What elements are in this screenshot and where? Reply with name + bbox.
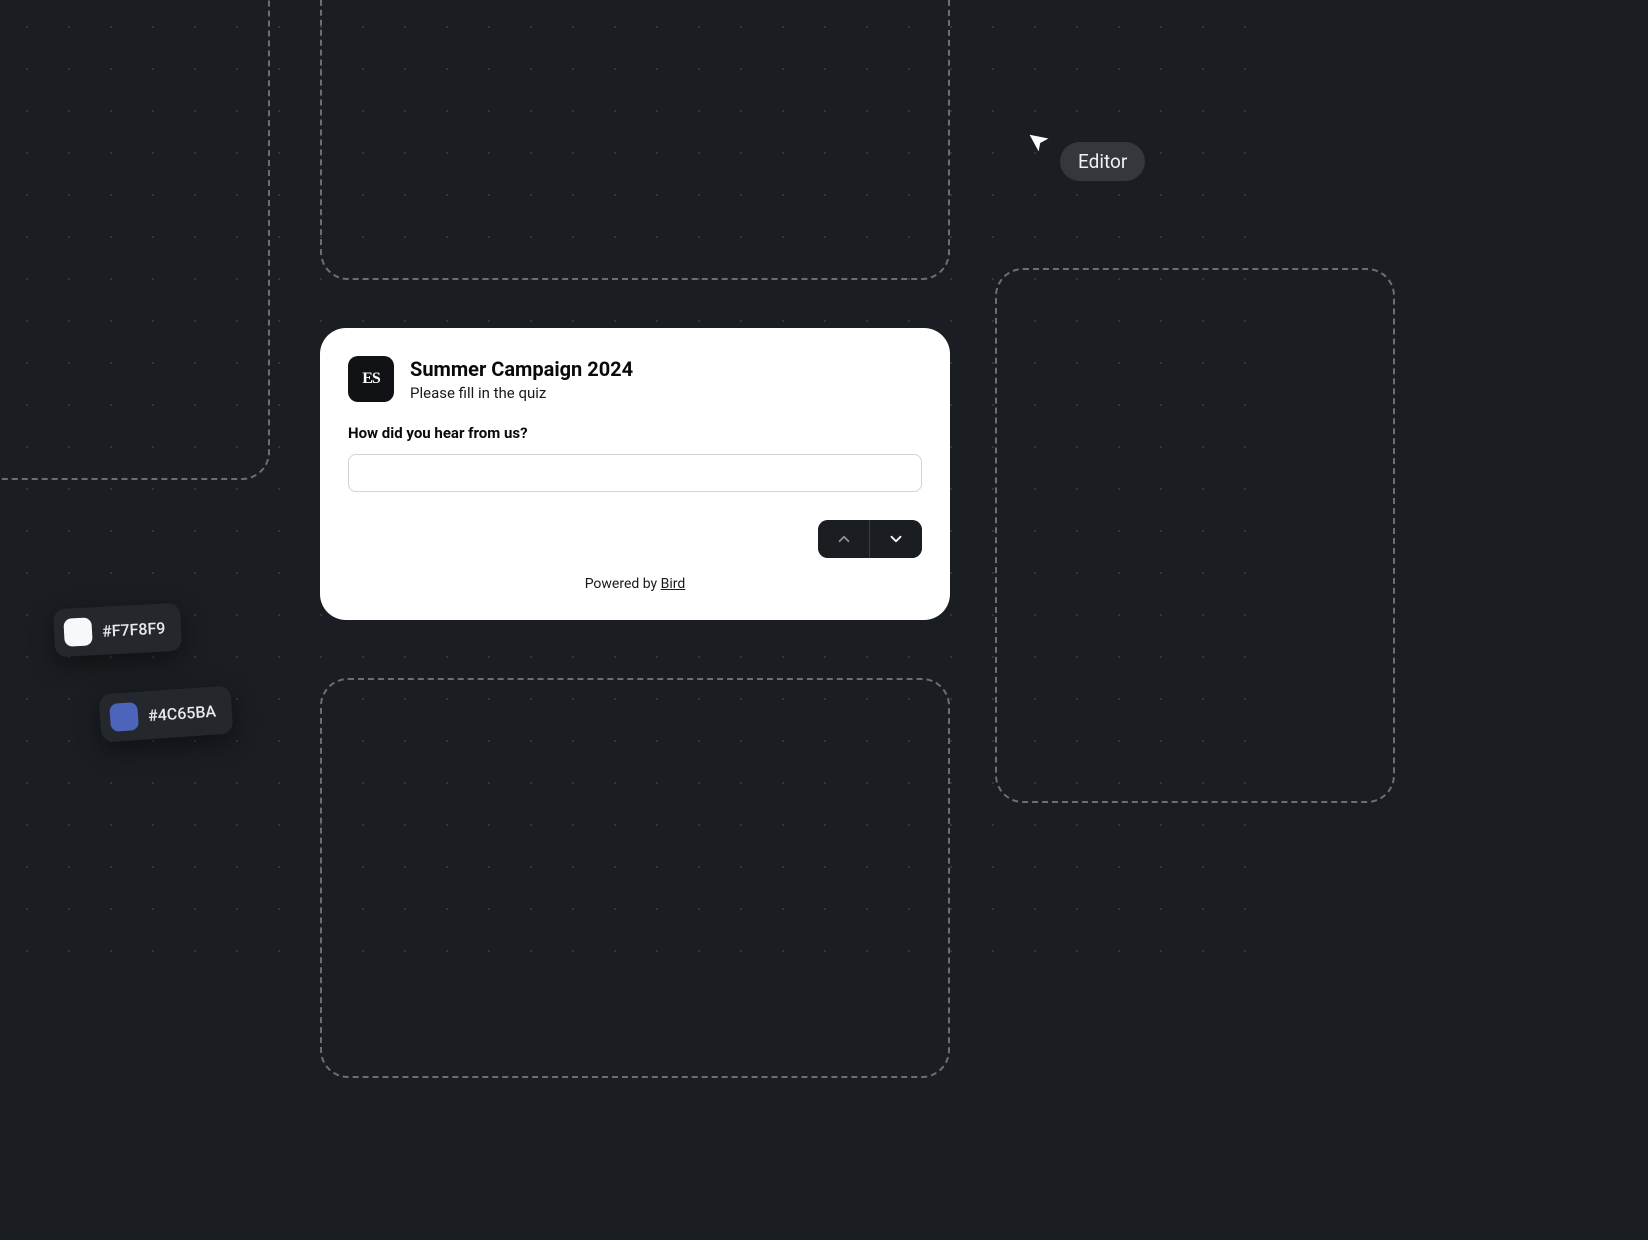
color-hex-label: #4C65BA	[147, 701, 216, 725]
answer-input[interactable]	[348, 454, 922, 492]
question-label: How did you hear from us?	[348, 424, 922, 442]
dashed-frame-bottom	[320, 678, 950, 1078]
card-subtitle: Please fill in the quiz	[410, 384, 633, 402]
color-chip[interactable]: #4C65BA	[98, 685, 233, 742]
color-chip[interactable]: #F7F8F9	[53, 603, 183, 658]
chevron-up-icon	[835, 530, 853, 548]
brand-logo: ES	[348, 356, 394, 402]
powered-by-prefix: Powered by	[585, 576, 661, 592]
powered-by-link[interactable]: Bird	[661, 576, 686, 592]
cursor-icon	[1028, 130, 1052, 154]
nav-button-group	[818, 520, 922, 558]
powered-by: Powered by Bird	[348, 576, 922, 592]
editor-cursor-badge: Editor	[1060, 142, 1145, 181]
dashed-frame-right	[995, 268, 1395, 803]
editor-badge-label: Editor	[1078, 150, 1127, 173]
quiz-card: ES Summer Campaign 2024 Please fill in t…	[320, 328, 950, 620]
color-swatch	[63, 617, 92, 646]
dashed-frame-left	[0, 0, 270, 480]
card-header: ES Summer Campaign 2024 Please fill in t…	[348, 356, 922, 402]
brand-logo-text: ES	[362, 370, 380, 388]
dashed-frame-top	[320, 0, 950, 280]
color-swatch	[109, 702, 139, 732]
color-hex-label: #F7F8F9	[102, 618, 166, 640]
next-button[interactable]	[870, 520, 922, 558]
nav-controls	[348, 520, 922, 558]
card-title: Summer Campaign 2024	[410, 356, 633, 382]
card-heading-group: Summer Campaign 2024 Please fill in the …	[410, 356, 633, 402]
chevron-down-icon	[887, 530, 905, 548]
prev-button[interactable]	[818, 520, 870, 558]
